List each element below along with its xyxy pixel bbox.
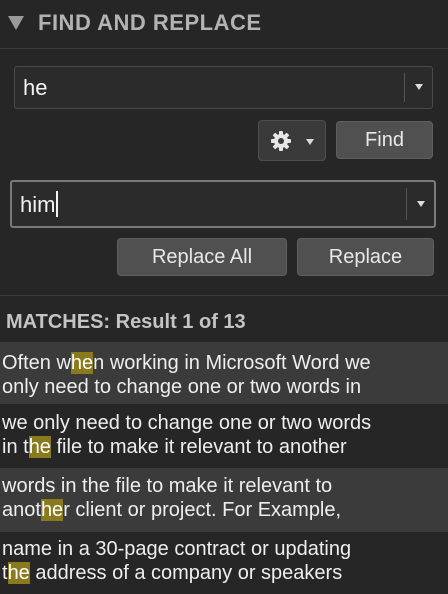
results-list[interactable]: Often when working in Microsoft Word we … [0, 342, 448, 594]
collapse-triangle-icon[interactable] [8, 16, 24, 30]
find-combobox[interactable]: he [14, 66, 433, 109]
result-line: name in a 30-page contract or updating [2, 538, 352, 560]
replace-input[interactable]: him [20, 191, 59, 218]
replace-combobox[interactable]: him [10, 180, 436, 228]
chevron-down-icon[interactable] [417, 201, 425, 207]
match-highlight: he [7, 562, 30, 584]
find-input[interactable]: he [23, 75, 47, 101]
result-line: another client or project. For Example, [2, 499, 342, 521]
result-item[interactable]: Often when working in Microsoft Word we … [0, 342, 448, 404]
combo-divider [406, 188, 407, 220]
text-caret [56, 191, 59, 217]
matches-title: MATCHES: Result 1 of 13 [6, 311, 246, 333]
result-line: Often when working in Microsoft Word we [2, 352, 371, 374]
result-line: in the file to make it relevant to anoth… [2, 436, 347, 458]
result-line: words in the file to make it relevant to [2, 475, 333, 497]
result-item[interactable]: name in a 30-page contract or updating t… [0, 532, 448, 594]
combo-divider [404, 73, 405, 102]
panel-header[interactable]: FIND AND REPLACE [0, 0, 448, 49]
result-item[interactable]: we only need to change one or two words … [0, 404, 448, 468]
match-highlight: he [70, 352, 94, 374]
replace-value: him [20, 192, 56, 217]
result-line: the address of a company or speakers [2, 562, 343, 584]
chevron-down-icon [306, 139, 314, 145]
find-options-button[interactable] [258, 120, 326, 161]
chevron-down-icon[interactable] [415, 84, 423, 90]
match-highlight: he [28, 436, 51, 458]
gear-icon [271, 131, 291, 151]
result-line: only need to change one or two words in [2, 376, 362, 398]
result-item[interactable]: words in the file to make it relevant to… [0, 468, 448, 532]
replace-all-button[interactable]: Replace All [117, 238, 287, 276]
match-highlight: he [40, 499, 64, 521]
panel-title: FIND AND REPLACE [38, 10, 262, 35]
replace-button[interactable]: Replace [297, 238, 434, 276]
section-divider [0, 295, 448, 296]
result-line: we only need to change one or two words [2, 412, 372, 434]
find-button[interactable]: Find [336, 121, 433, 159]
